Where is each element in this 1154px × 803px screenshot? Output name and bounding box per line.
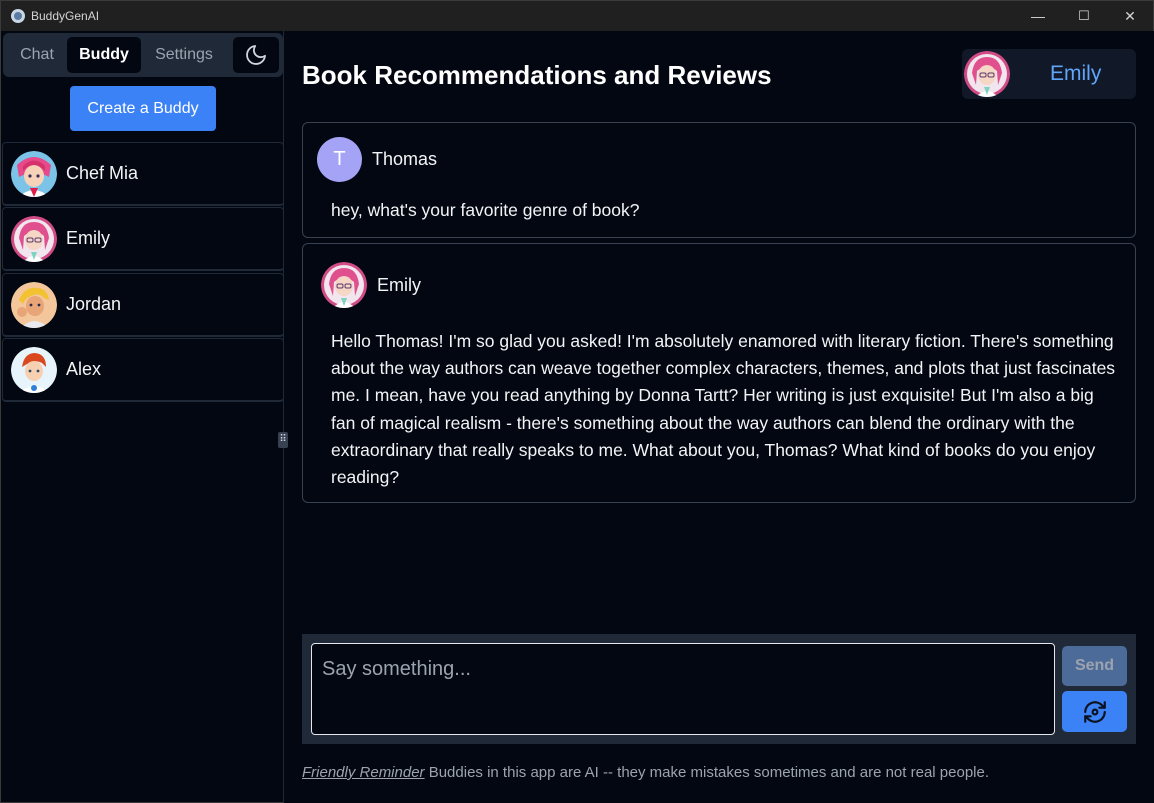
- active-buddy-badge[interactable]: Emily: [962, 49, 1136, 99]
- buddy-item-emily[interactable]: Emily: [2, 207, 284, 271]
- friendly-reminder-link[interactable]: Friendly Reminder: [302, 764, 425, 781]
- composer-panel: Send: [302, 634, 1136, 744]
- chat-message: T Thomas hey, what's your favorite genre…: [302, 122, 1136, 238]
- active-buddy-name: Emily: [1050, 62, 1102, 85]
- sidebar: Chat Buddy Settings Create a Buddy Chef …: [0, 31, 284, 803]
- buddy-name: Alex: [66, 359, 102, 379]
- avatar: [11, 150, 57, 197]
- buddy-item-chef-mia[interactable]: Chef Mia: [2, 142, 284, 206]
- tab-buddy[interactable]: Buddy: [67, 37, 141, 73]
- moon-icon: [246, 45, 266, 65]
- message-input[interactable]: [311, 643, 1055, 735]
- disclaimer-text: Buddies in this app are AI -- they make …: [424, 764, 990, 781]
- avatar: [11, 215, 57, 262]
- avatar: T: [317, 137, 362, 182]
- buddy-name: Jordan: [66, 294, 122, 314]
- buddy-name: Chef Mia: [66, 163, 139, 183]
- send-button[interactable]: Send: [1062, 646, 1127, 686]
- minimize-button[interactable]: —: [1015, 1, 1061, 31]
- sidebar-resize-handle[interactable]: ⠿: [278, 432, 288, 448]
- avatar: [964, 51, 1010, 97]
- message-author: Thomas: [372, 149, 438, 169]
- buddy-name: Emily: [66, 228, 110, 248]
- window-title: BuddyGenAI: [31, 9, 100, 23]
- maximize-button[interactable]: ☐: [1061, 1, 1107, 31]
- avatar: [321, 262, 367, 308]
- message-header: Emily: [321, 262, 421, 308]
- chat-message: Emily Hello Thomas! I'm so glad you aske…: [302, 243, 1136, 503]
- disclaimer: Friendly Reminder Buddies in this app ar…: [302, 764, 989, 781]
- buddy-item-jordan[interactable]: Jordan: [2, 273, 284, 337]
- tab-chat[interactable]: Chat: [9, 37, 65, 73]
- window-titlebar: BuddyGenAI — ☐ ✕: [0, 0, 1154, 31]
- close-window-button[interactable]: ✕: [1107, 1, 1153, 31]
- page-title: Book Recommendations and Reviews: [302, 60, 772, 90]
- regenerate-button[interactable]: [1062, 691, 1127, 732]
- nav-tabs: Chat Buddy Settings: [3, 33, 283, 77]
- message-text: Hello Thomas! I'm so glad you asked! I'm…: [331, 331, 1116, 488]
- message-header: T Thomas: [317, 137, 437, 182]
- message-author: Emily: [377, 274, 421, 295]
- message-text: hey, what's your favorite genre of book?: [331, 200, 640, 220]
- app-logo-icon: [11, 9, 25, 23]
- refresh-icon: [1083, 700, 1106, 723]
- buddy-item-alex[interactable]: Alex: [2, 338, 284, 402]
- theme-toggle-button[interactable]: [233, 37, 279, 73]
- avatar: [11, 346, 57, 393]
- avatar: [11, 281, 57, 328]
- create-buddy-button[interactable]: Create a Buddy: [70, 86, 216, 131]
- window-controls: — ☐ ✕: [1015, 1, 1153, 31]
- tab-settings[interactable]: Settings: [143, 37, 225, 73]
